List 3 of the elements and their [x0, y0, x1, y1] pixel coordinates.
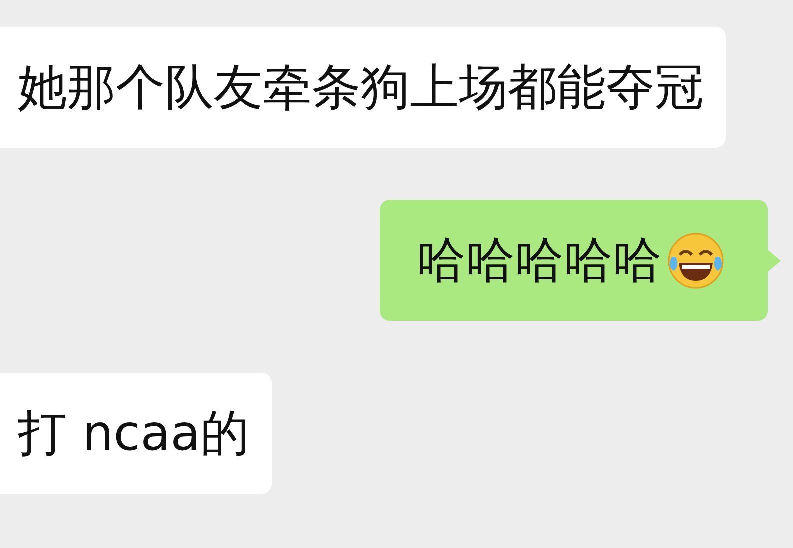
- message-text: 她那个队友牵条狗上场都能夺冠: [18, 58, 704, 118]
- message-text: 打 ncaa的: [18, 404, 250, 464]
- message-text: 哈哈哈哈哈: [417, 230, 662, 290]
